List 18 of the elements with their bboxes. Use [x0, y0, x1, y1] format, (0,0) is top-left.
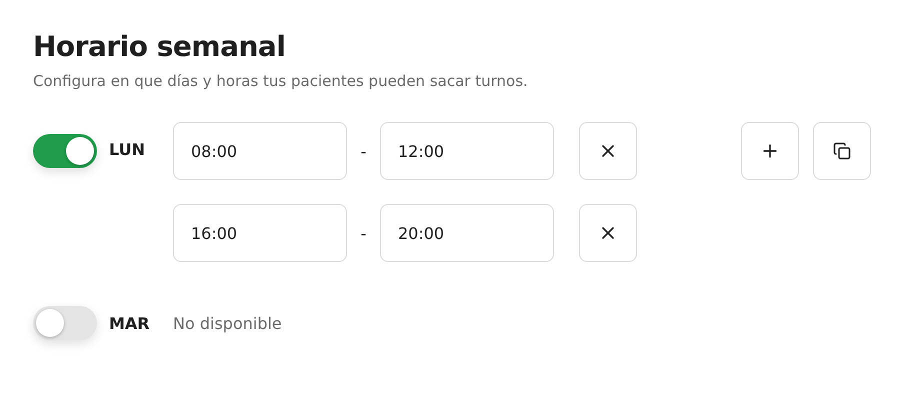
- end-time-field[interactable]: 12:00: [380, 122, 554, 180]
- page-title: Horario semanal: [33, 29, 286, 65]
- day-label: MAR: [109, 314, 151, 332]
- time-separator: -: [360, 142, 368, 160]
- time-separator: -: [360, 224, 368, 242]
- day-toggle[interactable]: [33, 134, 97, 168]
- remove-slot-button[interactable]: [579, 122, 637, 180]
- copy-icon: [833, 142, 851, 160]
- unavailable-status: No disponible: [173, 314, 282, 332]
- page-subtitle: Configura en que días y horas tus pacientes pueden sacar turnos.: [33, 72, 529, 90]
- end-time-field[interactable]: 20:00: [380, 204, 554, 262]
- day-label: LUN: [109, 140, 146, 159]
- start-time-field[interactable]: 16:00: [173, 204, 347, 262]
- remove-slot-button[interactable]: [579, 204, 637, 262]
- copy-button[interactable]: [813, 122, 871, 180]
- add-slot-button[interactable]: [741, 122, 799, 180]
- day-toggle[interactable]: [33, 306, 97, 340]
- start-time-field[interactable]: 08:00: [173, 122, 347, 180]
